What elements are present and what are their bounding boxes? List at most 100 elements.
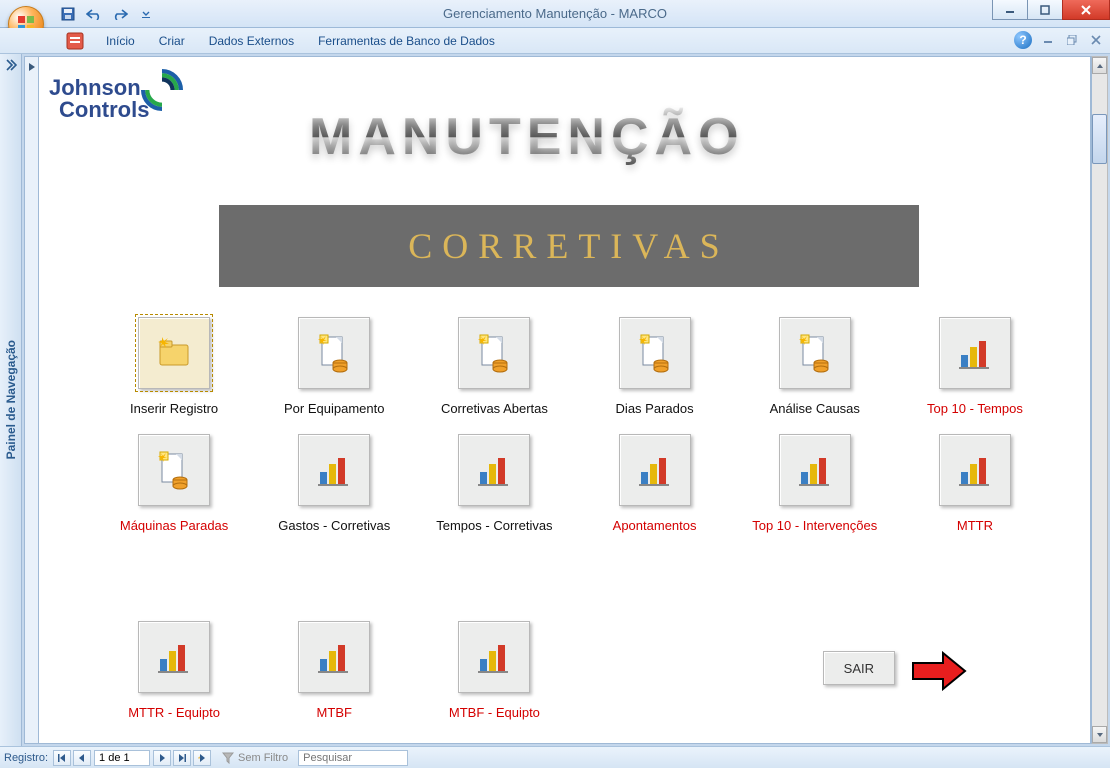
action-button[interactable] (779, 434, 851, 506)
form-container: Johnson Controls MANUTENÇÃO CORRETIVAS I… (22, 54, 1110, 746)
record-prev-button[interactable] (73, 750, 91, 766)
action-button[interactable] (458, 317, 530, 389)
action-button[interactable] (939, 317, 1011, 389)
action-label: Por Equipamento (284, 401, 384, 416)
filter-indicator[interactable]: Sem Filtro (222, 752, 288, 764)
filter-icon (222, 752, 234, 764)
grid-cell: Corretivas Abertas (419, 317, 569, 416)
body: Painel de Navegação Johnson Controls MAN… (0, 54, 1110, 746)
navpane-label: Painel de Navegação (4, 340, 18, 459)
chart-icon (635, 450, 675, 490)
action-button[interactable] (619, 434, 691, 506)
action-label: Apontamentos (613, 518, 697, 533)
window-title: Gerenciamento Manutenção - MARCO (443, 6, 667, 21)
sair-button[interactable]: SAIR (823, 651, 895, 685)
action-label: MTTR - Equipto (128, 705, 220, 720)
quick-access-toolbar (58, 4, 156, 24)
mdi-minimize-button[interactable] (1040, 32, 1056, 48)
action-button[interactable] (138, 621, 210, 693)
action-button[interactable] (619, 317, 691, 389)
undo-icon (86, 8, 102, 20)
help-button[interactable]: ? (1014, 31, 1032, 49)
undo-button[interactable] (84, 4, 104, 24)
form-corretivas: Johnson Controls MANUTENÇÃO CORRETIVAS I… (38, 56, 1091, 744)
navigation-pane[interactable]: Painel de Navegação (0, 54, 22, 746)
action-button[interactable] (138, 434, 210, 506)
chevron-right-icon (3, 58, 17, 72)
action-button[interactable] (939, 434, 1011, 506)
logo-text-line2: Controls (59, 99, 149, 121)
prev-icon (78, 754, 86, 762)
redo-icon (112, 8, 128, 20)
chart-icon (314, 450, 354, 490)
new-record-icon: * (198, 754, 206, 762)
action-label: Corretivas Abertas (441, 401, 548, 416)
scroll-up-button[interactable] (1092, 57, 1107, 74)
grid-cell: Por Equipamento (259, 317, 409, 416)
action-button[interactable] (458, 621, 530, 693)
scroll-down-button[interactable] (1092, 726, 1107, 743)
button-grid: Inserir Registro Por Equipamento Corretiva… (99, 317, 1050, 533)
action-label: MTTR (957, 518, 993, 533)
chart-icon (474, 450, 514, 490)
search-input[interactable] (298, 750, 408, 766)
mdi-restore-button[interactable] (1064, 32, 1080, 48)
menu-dados-externos[interactable]: Dados Externos (197, 30, 306, 52)
action-button[interactable] (298, 317, 370, 389)
vertical-scrollbar[interactable] (1091, 56, 1108, 744)
next-icon (158, 754, 166, 762)
action-button[interactable] (458, 434, 530, 506)
grid-cell: MTBF - Equipto (419, 621, 569, 720)
folder-icon (154, 333, 194, 373)
mdi-close-button[interactable] (1088, 32, 1104, 48)
grid-cell: Inserir Registro (99, 317, 249, 416)
action-button[interactable] (779, 317, 851, 389)
save-button[interactable] (58, 4, 78, 24)
minimize-button[interactable] (992, 0, 1028, 20)
record-number-input[interactable] (94, 750, 150, 766)
record-label: Registro: (4, 752, 48, 764)
close-icon (1080, 5, 1092, 15)
action-button[interactable] (298, 621, 370, 693)
record-new-button[interactable]: * (193, 750, 211, 766)
action-button[interactable] (138, 317, 210, 389)
action-label: Tempos - Corretivas (436, 518, 552, 533)
last-icon (178, 754, 186, 762)
save-icon (61, 7, 75, 21)
action-button[interactable] (298, 434, 370, 506)
action-label: Dias Parados (616, 401, 694, 416)
exit-cell: SAIR (740, 621, 1050, 720)
chevron-up-icon (1096, 63, 1104, 69)
grid-cell: Top 10 - Intervenções (740, 434, 890, 533)
menu-criar[interactable]: Criar (147, 30, 197, 52)
record-next-button[interactable] (153, 750, 171, 766)
chart-icon (474, 637, 514, 677)
record-selector[interactable] (24, 56, 38, 744)
qat-customize-button[interactable] (136, 4, 156, 24)
grid-cell: Análise Causas (740, 317, 890, 416)
menu-inicio[interactable]: Início (94, 30, 147, 52)
close-button[interactable] (1062, 0, 1110, 20)
grid-cell: MTTR - Equipto (99, 621, 249, 720)
grid-cell: Apontamentos (580, 434, 730, 533)
chart-icon (154, 637, 194, 677)
title-bar: Gerenciamento Manutenção - MARCO (0, 0, 1110, 28)
scroll-thumb[interactable] (1092, 114, 1107, 164)
navpane-expand-button[interactable] (3, 58, 17, 72)
action-label: Máquinas Paradas (120, 518, 228, 533)
grid-cell: Máquinas Paradas (99, 434, 249, 533)
status-bar: Registro: * Sem Filtro (0, 746, 1110, 768)
report-icon (314, 333, 354, 373)
menu-bar: Início Criar Dados Externos Ferramentas … (0, 28, 1110, 54)
app-form-icon (66, 32, 84, 50)
menu-ferramentas-bd[interactable]: Ferramentas de Banco de Dados (306, 30, 507, 52)
chart-icon (795, 450, 835, 490)
redo-button[interactable] (110, 4, 130, 24)
chevron-down-icon (1096, 732, 1104, 738)
record-last-button[interactable] (173, 750, 191, 766)
section-banner: CORRETIVAS (219, 205, 919, 287)
action-label: MTBF - Equipto (449, 705, 540, 720)
maximize-button[interactable] (1027, 0, 1063, 20)
record-first-button[interactable] (53, 750, 71, 766)
first-icon (58, 754, 66, 762)
